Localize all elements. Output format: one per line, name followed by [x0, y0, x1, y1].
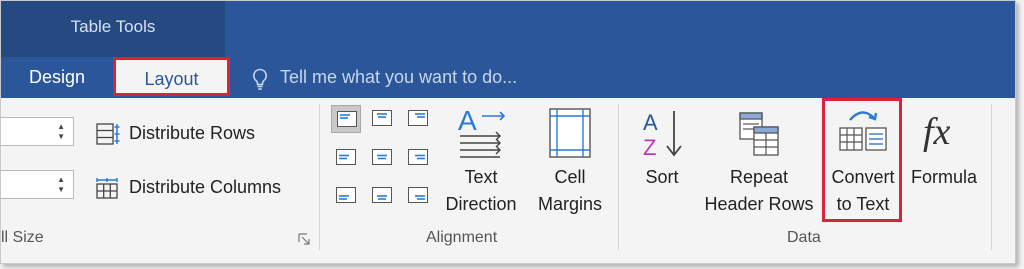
distribute-rows-label: Distribute Rows [129, 123, 256, 143]
cell-margins-label-line2: Margins [537, 194, 603, 214]
align-top-center-icon [372, 110, 392, 126]
cell-margins-icon [549, 108, 591, 158]
tab-layout[interactable]: Layout [113, 57, 230, 96]
dialog-launcher-icon[interactable] [298, 233, 310, 245]
text-direction-label-line2: Direction [445, 194, 517, 214]
distribute-rows-button[interactable]: Distribute Rows [96, 118, 255, 148]
distribute-columns-label: Distribute Columns [129, 177, 282, 197]
formula-button[interactable]: fx Formula [905, 102, 983, 222]
cell-margins-button[interactable]: Cell Margins [529, 102, 611, 222]
spin-up-icon[interactable]: ▲ [57, 176, 65, 184]
repeat-header-rows-icon [739, 112, 779, 156]
align-center-left-icon [336, 149, 356, 165]
text-direction-button[interactable]: A Text Direction [441, 102, 521, 222]
svg-text:fx: fx [923, 111, 951, 153]
sort-button[interactable]: A Z Sort [631, 102, 693, 222]
repeat-header-rows-label-line2: Header Rows [704, 194, 814, 214]
align-center-right-icon [408, 149, 428, 165]
align-top-right-button[interactable] [403, 105, 433, 133]
word-ribbon: Table Tools Design Layout Tell me what y… [0, 0, 1016, 264]
cell-margins-label-line1: Cell [554, 167, 586, 187]
cell-size-group-label: ll Size [1, 229, 44, 246]
height-spinner[interactable]: ▲ ▼ [1, 117, 74, 146]
alignment-group-label: Alignment [426, 229, 498, 246]
sort-icon: A Z [643, 110, 682, 160]
data-group-label: Data [787, 229, 821, 246]
distribute-columns-button[interactable]: Distribute Columns [96, 172, 281, 202]
tab-design[interactable]: Design [29, 59, 85, 95]
align-bottom-right-button[interactable] [403, 182, 433, 210]
group-separator [618, 104, 619, 250]
formula-label: Formula [910, 167, 977, 187]
spin-down-icon[interactable]: ▼ [57, 133, 65, 141]
align-bottom-center-button[interactable] [367, 182, 397, 210]
group-separator [991, 104, 992, 250]
width-spinner[interactable]: ▲ ▼ [1, 170, 74, 199]
align-center-right-button[interactable] [403, 144, 433, 172]
repeat-header-rows-button[interactable]: Repeat Header Rows [697, 102, 821, 222]
lightbulb-icon [253, 68, 267, 90]
align-bottom-left-button[interactable] [331, 182, 361, 210]
svg-text:A: A [643, 110, 658, 135]
table-tools-context-group: Table Tools [1, 1, 225, 57]
align-bottom-center-icon [372, 187, 392, 203]
title-bar: Table Tools Design Layout Tell me what y… [1, 1, 1015, 98]
ribbon-body: ▲ ▼ ▲ ▼ Distribute Rows Distribute Colum… [1, 98, 1015, 263]
align-top-left-button[interactable] [331, 105, 361, 133]
text-direction-label-line1: Text [464, 167, 498, 187]
svg-text:Z: Z [643, 135, 656, 160]
convert-to-text-highlight [822, 98, 902, 222]
align-top-center-button[interactable] [367, 105, 397, 133]
align-bottom-right-icon [408, 187, 428, 203]
group-separator [319, 104, 320, 250]
align-top-right-icon [408, 110, 428, 126]
repeat-header-rows-label-line1: Repeat [729, 167, 789, 187]
svg-text:A: A [458, 106, 477, 136]
align-top-left-icon [337, 111, 357, 127]
align-bottom-left-icon [336, 187, 356, 203]
spin-down-icon[interactable]: ▼ [57, 186, 65, 194]
tell-me-search[interactable]: Tell me what you want to do... [251, 59, 517, 95]
align-center-icon [372, 149, 392, 165]
distribute-columns-icon [96, 178, 118, 199]
tell-me-placeholder: Tell me what you want to do... [280, 67, 518, 87]
text-direction-icon: A [458, 106, 506, 158]
align-center-button[interactable] [367, 144, 397, 172]
align-center-left-button[interactable] [331, 144, 361, 172]
spin-up-icon[interactable]: ▲ [57, 123, 65, 131]
sort-label: Sort [645, 167, 679, 187]
context-group-title: Table Tools [70, 17, 156, 36]
formula-icon: fx [923, 111, 951, 153]
distribute-rows-icon [96, 123, 120, 145]
